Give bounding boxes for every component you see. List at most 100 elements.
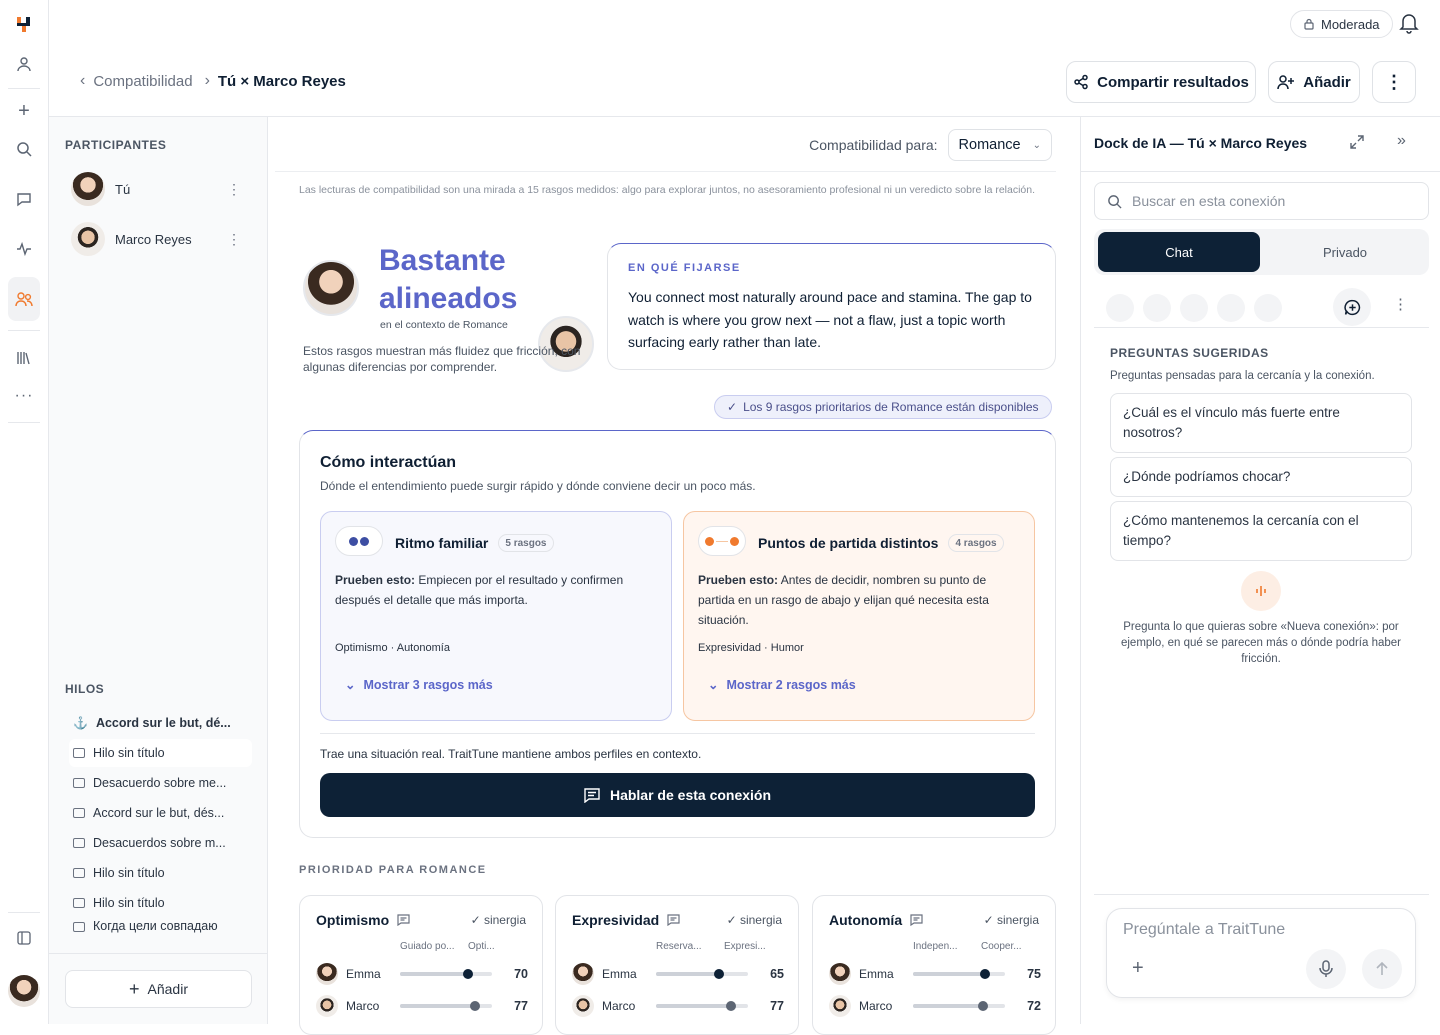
thread-item[interactable]: Hilo sin título bbox=[69, 889, 252, 917]
participants-panel: PARTICIPANTES Tú ⋮ Marco Reyes ⋮ HILOS ⚓… bbox=[49, 117, 268, 1024]
score-row: Emma 75 bbox=[829, 962, 1041, 986]
chat-icon bbox=[73, 922, 85, 932]
mode-badge[interactable]: Moderada bbox=[1290, 10, 1393, 38]
anchor-icon: ⚓ bbox=[73, 716, 88, 730]
pole-right: Opti... bbox=[468, 941, 495, 952]
score-track bbox=[913, 969, 1005, 979]
chat-icon[interactable] bbox=[10, 185, 38, 213]
priority-trait: Autonomía bbox=[829, 912, 923, 928]
chevron-right-icon: › bbox=[204, 72, 210, 89]
try-label: Prueben esto: bbox=[335, 573, 416, 587]
show-more-rhythm-button[interactable]: ⌄ Mostrar 3 rasgos más bbox=[345, 677, 493, 693]
breadcrumb-current: Tú × Marco Reyes bbox=[217, 72, 346, 90]
score-value: 72 bbox=[1027, 999, 1041, 1013]
suggested-question[interactable]: ¿Dónde podríamos chocar? bbox=[1110, 457, 1412, 497]
compatibility-main: Compatibilidad para: Romance ⌄ Las lectu… bbox=[269, 117, 1080, 1035]
thread-item[interactable]: Hilo sin título bbox=[69, 859, 252, 887]
sidebar-toggle-icon[interactable] bbox=[10, 924, 38, 952]
participant-name: Marco Reyes bbox=[115, 231, 192, 247]
add-thread-button[interactable]: + Añadir bbox=[65, 970, 252, 1008]
note-icon[interactable] bbox=[910, 914, 923, 926]
verdict-line1: Bastante bbox=[379, 244, 506, 277]
plus-icon[interactable]: + bbox=[10, 97, 38, 125]
rhythm-traits: Optimismo · Autonomía bbox=[335, 642, 450, 654]
pole-right: Cooper... bbox=[981, 941, 1022, 952]
note-icon[interactable] bbox=[667, 914, 680, 926]
breadcrumb-parent[interactable]: Compatibilidad bbox=[93, 73, 192, 90]
talk-connection-button[interactable]: Hablar de esta conexión bbox=[320, 773, 1035, 817]
score-row: Marco 77 bbox=[572, 994, 784, 1018]
search-icon[interactable] bbox=[10, 135, 38, 163]
trait-name: Expresividad bbox=[572, 912, 660, 928]
user-avatar[interactable] bbox=[8, 975, 40, 1007]
score-value: 70 bbox=[514, 967, 528, 981]
history-placeholders bbox=[1106, 294, 1282, 322]
dock-title: Dock de IA — Tú × Marco Reyes bbox=[1094, 135, 1308, 151]
thread-item[interactable]: Accord sur le but, dés... bbox=[69, 799, 252, 827]
collapse-dock-icon[interactable]: » bbox=[1397, 132, 1406, 150]
thread-item[interactable]: Hilo sin título bbox=[69, 739, 252, 767]
tab-private[interactable]: Privado bbox=[1264, 232, 1426, 272]
pole-right: Expresi... bbox=[724, 941, 766, 952]
chat-icon bbox=[73, 778, 85, 788]
cta-label: Hablar de esta conexión bbox=[609, 787, 772, 803]
suggested-question[interactable]: ¿Cómo mantenemos la cercanía con el tiem… bbox=[1110, 501, 1412, 561]
dock-search-input[interactable]: Buscar en esta conexión bbox=[1094, 182, 1429, 220]
send-arrow-icon[interactable] bbox=[1362, 949, 1402, 989]
chat-icon bbox=[73, 898, 85, 908]
thread-item[interactable]: ⚓ Accord sur le but, dé... bbox=[69, 709, 252, 737]
starts-traits: Expresividad · Humor bbox=[698, 642, 804, 654]
microphone-icon[interactable] bbox=[1306, 949, 1346, 989]
trait-name: Autonomía bbox=[829, 912, 903, 928]
suggested-question[interactable]: ¿Cuál es el vínculo más fuerte entre nos… bbox=[1110, 393, 1412, 453]
avatar bbox=[71, 222, 105, 256]
priority-card: Optimismo ✓ sinergia Guiado po... Opti..… bbox=[299, 895, 543, 1035]
kebab-icon[interactable]: ⋮ bbox=[227, 181, 241, 198]
kebab-icon[interactable]: ⋮ bbox=[227, 231, 241, 248]
participant-row[interactable]: Marco Reyes ⋮ bbox=[71, 221, 241, 257]
thread-item[interactable]: Когда цели совпадаю bbox=[69, 919, 252, 933]
more-options-button[interactable]: ⋮ bbox=[1372, 61, 1416, 103]
synergy-text: sinergia bbox=[739, 913, 782, 927]
note-icon[interactable] bbox=[397, 914, 410, 926]
person-name: Emma bbox=[859, 967, 894, 981]
participant-row[interactable]: Tú ⋮ bbox=[71, 171, 241, 207]
context-dropdown[interactable]: Romance ⌄ bbox=[947, 129, 1052, 161]
voice-wave-icon bbox=[1241, 571, 1281, 611]
priority-card: Autonomía ✓ sinergia Indepen... Cooper..… bbox=[812, 895, 1056, 1035]
thread-item[interactable]: Desacuerdos sobre m... bbox=[69, 829, 252, 857]
focus-card: EN QUÉ FIJARSE You connect most naturall… bbox=[607, 243, 1056, 370]
thread-label: Hilo sin título bbox=[93, 896, 165, 910]
thread-item[interactable]: Desacuerdo sobre me... bbox=[69, 769, 252, 797]
thread-label: Accord sur le but, dé... bbox=[95, 716, 231, 730]
profile-icon[interactable] bbox=[10, 50, 38, 78]
share-label: Compartir resultados bbox=[1097, 73, 1249, 91]
app-logo-icon[interactable] bbox=[10, 10, 38, 38]
attach-plus-icon[interactable]: + bbox=[1132, 957, 1144, 980]
chevron-left-icon[interactable]: ‹ bbox=[80, 72, 85, 90]
more-icon[interactable]: ··· bbox=[10, 382, 38, 410]
add-person-button[interactable]: Añadir bbox=[1268, 61, 1360, 103]
activity-icon[interactable] bbox=[10, 235, 38, 263]
rhythm-tip: Prueben esto: Empiecen por el resultado … bbox=[335, 570, 655, 610]
participant-name: Tú bbox=[115, 181, 131, 197]
rhythm-count: 5 rasgos bbox=[498, 534, 554, 552]
kebab-icon[interactable]: ⋮ bbox=[1393, 295, 1408, 313]
tab-chat[interactable]: Chat bbox=[1098, 232, 1260, 272]
apart-dots-icon bbox=[698, 526, 746, 556]
share-results-button[interactable]: Compartir resultados bbox=[1066, 61, 1256, 103]
suggested-title: PREGUNTAS SUGERIDAS bbox=[1110, 346, 1269, 360]
bell-icon[interactable] bbox=[1399, 12, 1421, 34]
expand-icon[interactable] bbox=[1349, 134, 1365, 155]
show-more-starts-button[interactable]: ⌄ Mostrar 2 rasgos más bbox=[708, 677, 856, 693]
score-value: 77 bbox=[770, 999, 784, 1013]
library-icon[interactable] bbox=[10, 344, 38, 372]
avatar bbox=[316, 963, 338, 985]
new-chat-icon[interactable] bbox=[1333, 288, 1371, 326]
dock-tabs: Chat Privado bbox=[1094, 229, 1429, 275]
suggested-subtitle: Preguntas pensadas para la cercanía y la… bbox=[1110, 370, 1375, 382]
starts-count: 4 rasgos bbox=[948, 534, 1004, 552]
chat-input-placeholder: Pregúntale a TraitTune bbox=[1123, 921, 1286, 938]
chat-input-box[interactable]: Pregúntale a TraitTune + bbox=[1106, 908, 1416, 998]
connections-icon[interactable] bbox=[8, 277, 40, 321]
